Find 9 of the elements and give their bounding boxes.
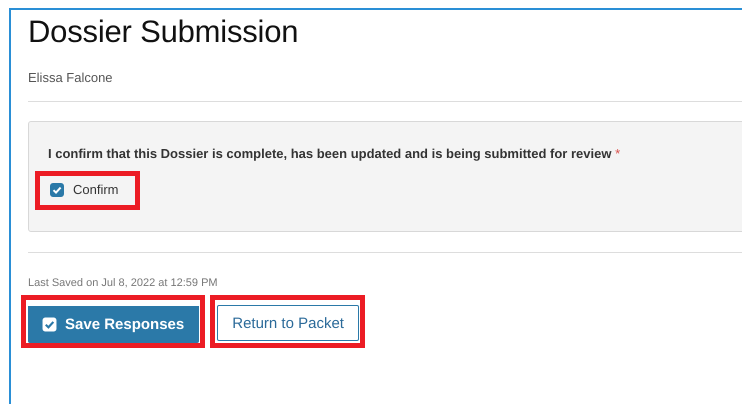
last-saved-text: Last Saved on Jul 8, 2022 at 12:59 PM [28,277,219,289]
return-button[interactable]: Return to Packet [217,305,359,341]
checkbox-label[interactable]: Confirm [73,182,119,197]
page-title: Dossier Submission [28,14,300,50]
author-name: Elissa Falcone [28,70,114,85]
question-text: I confirm that this Dossier is complete, has been updated and is being submitted for review * [48,146,622,161]
checkbox-icon [42,317,57,332]
checkbox[interactable] [50,182,64,196]
save-button[interactable]: Save Responses [28,303,200,343]
